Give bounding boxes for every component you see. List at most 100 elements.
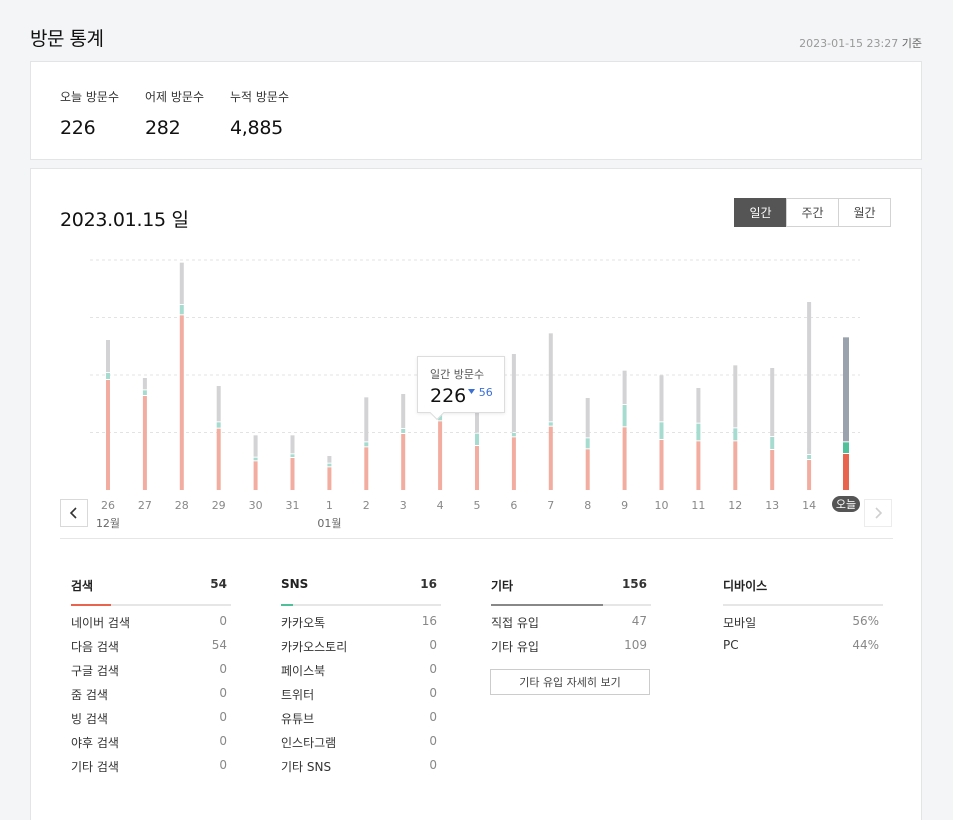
bar-search[interactable] (622, 427, 627, 490)
summary-label: 오늘 방문수 (60, 90, 120, 104)
bar-other[interactable] (364, 397, 369, 442)
bar-other[interactable] (511, 354, 516, 432)
bar-search[interactable] (585, 449, 590, 490)
bar-other[interactable] (733, 365, 738, 428)
tick-label: 28 (175, 499, 189, 512)
bar-search[interactable] (659, 440, 664, 490)
bar-other[interactable] (659, 375, 664, 422)
stat-value: 109 (624, 638, 647, 652)
bar-search[interactable] (807, 460, 812, 490)
stat-label: 카카오톡 (281, 616, 326, 630)
bar-sns[interactable] (364, 442, 369, 447)
tick-label: 4 (437, 499, 444, 512)
bar-other[interactable] (585, 398, 590, 438)
bar-sns[interactable] (585, 438, 590, 449)
stat-value: 54 (211, 638, 227, 652)
bar-sns[interactable] (659, 422, 664, 439)
stat-label: 네이버 검색 (71, 616, 131, 630)
chart-tooltip: 일간 방문수 226 56 (417, 356, 505, 421)
bar-search[interactable] (290, 458, 295, 490)
tick-label: 2 (363, 499, 370, 512)
stat-value: 0 (429, 662, 437, 676)
chart-next-button[interactable] (864, 499, 892, 527)
visit-bar-chart: 26 27 28 29 30 31 1 2 3 4 5 6 7 8 9 10 11 12 13 14 오늘12월 01월 (90, 259, 860, 530)
bar-other[interactable] (253, 435, 258, 457)
bar-other[interactable] (290, 435, 295, 454)
bar-search[interactable] (216, 428, 221, 490)
bar-other[interactable] (843, 337, 849, 442)
bar-search[interactable] (327, 467, 332, 490)
stat-value: 0 (429, 686, 437, 700)
tick-label: 31 (286, 499, 300, 512)
updated-timestamp: 2023-01-15 23:27 기준 (799, 35, 922, 51)
bar-sns[interactable] (475, 433, 479, 445)
bar-search[interactable] (770, 450, 775, 490)
chart-divider (60, 538, 893, 539)
bar-other[interactable] (770, 368, 775, 436)
tooltip-label: 일간 방문수 (430, 368, 485, 381)
chart-prev-button[interactable] (60, 499, 88, 527)
bar-search[interactable] (843, 454, 849, 490)
bar-other[interactable] (179, 262, 184, 304)
bar-other[interactable] (401, 394, 406, 428)
stats-other: 기타 156 직접 유입 47 기타 유입 109 (491, 575, 651, 654)
bar-sns[interactable] (548, 422, 553, 426)
bar-sns[interactable] (511, 433, 516, 437)
bar-search[interactable] (511, 437, 516, 490)
bar-other[interactable] (622, 370, 627, 404)
bar-sns[interactable] (622, 405, 627, 427)
bar-other[interactable] (216, 386, 221, 422)
bar-sns[interactable] (253, 457, 258, 461)
bar-other[interactable] (327, 456, 332, 463)
stats-search: 검색 54 네이버 검색 0 다음 검색 54 구글 검색 0 줌 검색 0 빙 검색 0… (71, 575, 231, 774)
bar-search[interactable] (179, 315, 184, 490)
tick-label: 10 (655, 499, 669, 512)
bar-search[interactable] (364, 447, 369, 490)
bar-sns[interactable] (106, 373, 110, 379)
tick-label: 12 (728, 499, 742, 512)
bar-sns[interactable] (807, 455, 812, 459)
bar-search[interactable] (142, 396, 147, 490)
bar-sns[interactable] (843, 442, 849, 453)
stat-value: 16 (421, 614, 437, 628)
bar-sns[interactable] (733, 428, 738, 441)
stats-total: 156 (621, 577, 647, 591)
bar-other[interactable] (696, 388, 701, 423)
tooltip-diff-value: 56 (478, 386, 493, 399)
bar-sns[interactable] (179, 305, 184, 315)
bar-sns[interactable] (142, 390, 147, 395)
stats-title: 검색 (71, 579, 94, 593)
bar-search[interactable] (401, 434, 406, 490)
bar-search[interactable] (733, 441, 738, 490)
summary-today: 오늘 방문수 226 (60, 88, 119, 139)
bar-other[interactable] (807, 302, 812, 454)
bar-sns[interactable] (696, 423, 701, 441)
bar-search[interactable] (253, 461, 258, 490)
stat-label: 모바일 (723, 616, 757, 630)
bar-search[interactable] (438, 421, 443, 490)
stat-label: 직접 유입 (491, 616, 539, 630)
stat-label: 구글 검색 (71, 664, 119, 678)
stat-value: 0 (429, 758, 437, 772)
bar-search[interactable] (696, 441, 701, 490)
bar-other[interactable] (548, 333, 553, 422)
stat-label: 유튜브 (281, 712, 315, 726)
bar-sns[interactable] (401, 429, 406, 433)
bar-other[interactable] (106, 340, 110, 372)
other-detail-button[interactable]: 기타 유입 자세히 보기 (490, 669, 650, 695)
stats-device-header: 디바이스 (723, 575, 883, 606)
bar-sns[interactable] (770, 437, 775, 449)
page-title: 방문 통계 (30, 28, 104, 50)
stat-label: 야후 검색 (71, 736, 119, 750)
stat-value: 0 (219, 614, 227, 628)
bar-search[interactable] (475, 446, 479, 490)
bar-other[interactable] (142, 378, 147, 390)
bar-sns[interactable] (216, 422, 221, 428)
stat-row: 기타 유입 109 (491, 630, 651, 654)
stats-total: 16 (420, 577, 437, 591)
stats-sns: SNS 16 카카오톡 16 카카오스토리 0 페이스북 0 트위터 0 유튜브 0 인스… (281, 575, 441, 774)
bar-sns[interactable] (327, 463, 332, 467)
bar-sns[interactable] (290, 454, 295, 457)
bar-search[interactable] (106, 380, 110, 490)
bar-search[interactable] (548, 426, 553, 490)
